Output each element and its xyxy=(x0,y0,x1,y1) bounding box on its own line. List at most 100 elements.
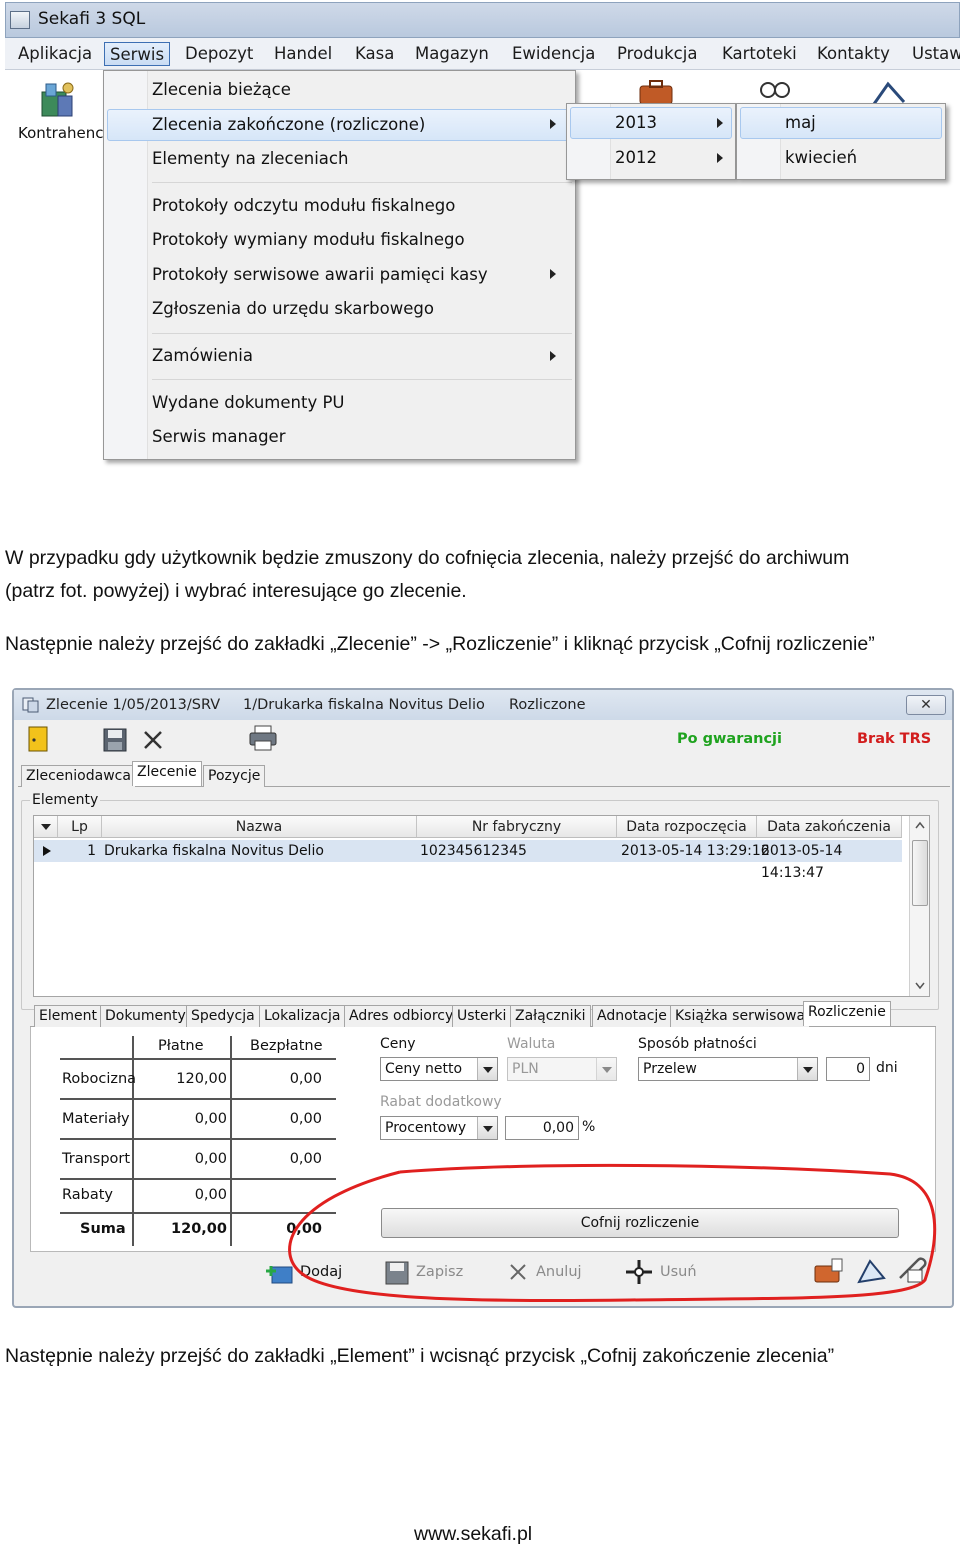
cancel-x-icon[interactable] xyxy=(142,729,164,751)
trs-status: Brak TRS xyxy=(857,731,932,747)
grid-header-lp[interactable]: Lp xyxy=(58,816,102,838)
ceny-value: Ceny netto xyxy=(385,1061,463,1077)
scroll-up-icon[interactable] xyxy=(915,821,925,829)
cost-table-line xyxy=(132,1036,134,1246)
grid-dropdown-icon xyxy=(40,824,51,830)
chevron-down-icon[interactable] xyxy=(797,1058,817,1080)
col-platne-header: Płatne xyxy=(158,1038,204,1054)
dni-input[interactable]: 0 xyxy=(826,1057,870,1081)
cost-table-line xyxy=(230,1036,232,1246)
menu-item-protokoly-serwisowe[interactable]: Protokoły serwisowe awarii pamięci kasy xyxy=(152,260,488,290)
menu-kartoteki[interactable]: Kartoteki xyxy=(717,42,802,66)
grid-scrollbar[interactable] xyxy=(909,816,929,996)
tab-adres-odbiorcy[interactable]: Adres odbiorcy xyxy=(344,1005,459,1027)
table-row[interactable]: 1 Drukarka fiskalna Novitus Delio 102345… xyxy=(34,840,902,881)
menu-depozyt[interactable]: Depozyt xyxy=(180,42,258,66)
printer-icon[interactable] xyxy=(248,724,278,752)
months-submenu: maj kwiecień xyxy=(736,103,946,180)
waluta-value: PLN xyxy=(512,1061,539,1077)
row-rabaty-platne: 0,00 xyxy=(194,1187,227,1203)
row-materialy-bezplatne: 0,00 xyxy=(289,1111,322,1127)
sposob-platnosci-select[interactable]: Przelew xyxy=(638,1057,818,1081)
elementy-group-label: Elementy xyxy=(30,792,101,808)
close-button[interactable]: ✕ xyxy=(906,695,946,715)
menu-kasa[interactable]: Kasa xyxy=(350,42,399,66)
chevron-down-icon[interactable] xyxy=(477,1117,497,1139)
submenu-arrow-icon xyxy=(717,118,723,128)
menu-item-wydane-dokumenty[interactable]: Wydane dokumenty PU xyxy=(152,388,345,418)
row-rabaty-label: Rabaty xyxy=(62,1187,113,1203)
waluta-select[interactable]: PLN xyxy=(507,1057,617,1081)
waluta-label: Waluta xyxy=(507,1036,556,1052)
row-pointer-icon xyxy=(43,846,51,856)
tab-spedycja[interactable]: Spedycja xyxy=(186,1005,260,1027)
menu-handel[interactable]: Handel xyxy=(269,42,337,66)
tab-ksiazka-serwisowa[interactable]: Książka serwisowa xyxy=(670,1005,811,1027)
contractors-icon[interactable] xyxy=(38,80,78,118)
app-title: Sekafi 3 SQL xyxy=(38,9,146,29)
menubar: Aplikacja Serwis Depozyt Handel Kasa Mag… xyxy=(5,38,960,70)
tab-dokumenty[interactable]: Dokumenty xyxy=(100,1005,191,1027)
grid-menu-header[interactable] xyxy=(34,816,58,838)
menu-item-zlecenia-zakonczone[interactable]: Zlecenia zakończone (rozliczone) xyxy=(152,110,425,140)
cell-data-rozpoczecia: 2013-05-14 13:29:16 xyxy=(621,843,770,859)
menu-aplikacja[interactable]: Aplikacja xyxy=(13,42,97,66)
rabat-type-value: Procentowy xyxy=(385,1120,467,1136)
menu-ustaw[interactable]: Ustaw xyxy=(907,42,960,66)
scroll-down-icon[interactable] xyxy=(915,982,925,990)
menu-item-protokoly-wymiany[interactable]: Protokoły wymiany modułu fiskalnego xyxy=(152,225,465,255)
menu-item-zgloszenia[interactable]: Zgłoszenia do urzędu skarbowego xyxy=(152,294,434,324)
grid-header-nazwa[interactable]: Nazwa xyxy=(102,816,417,838)
menu-produkcja[interactable]: Produkcja xyxy=(612,42,702,66)
scroll-thumb[interactable] xyxy=(912,840,928,906)
row-robocizna-platne: 120,00 xyxy=(176,1071,227,1087)
tab-zlecenie[interactable]: Zlecenie xyxy=(132,761,202,786)
cell-nr-fabryczny: 102345612345 xyxy=(420,843,527,859)
grid-header-data-zakonczenia[interactable]: Data zakończenia xyxy=(757,816,902,838)
rabat-type-select[interactable]: Procentowy xyxy=(380,1116,498,1140)
rabat-value-input[interactable]: 0,00 xyxy=(505,1116,579,1140)
tab-usterki[interactable]: Usterki xyxy=(452,1005,512,1027)
menu-item-zamowienia[interactable]: Zamówienia xyxy=(152,341,253,371)
tab-element[interactable]: Element xyxy=(34,1005,102,1027)
tab-zleceniodawca[interactable]: Zleceniodawca xyxy=(21,765,136,787)
ceny-select[interactable]: Ceny netto xyxy=(380,1057,498,1081)
window-title-status: Rozliczone xyxy=(509,697,586,713)
grid-header-data-rozpoczecia[interactable]: Data rozpoczęcia xyxy=(617,816,757,838)
paragraph-3: Następnie należy przejść do zakładki „El… xyxy=(5,1345,835,1367)
menu-item-zlecenia-biezace[interactable]: Zlecenia bieżące xyxy=(152,75,291,105)
grid-header-nr-fabryczny[interactable]: Nr fabryczny xyxy=(417,816,617,838)
tab-rozliczenie[interactable]: Rozliczenie xyxy=(803,1001,891,1026)
menu-item-kwiecien[interactable]: kwiecień xyxy=(785,143,857,173)
row-suma-platne: 120,00 xyxy=(171,1221,227,1237)
cost-table-line xyxy=(60,1058,336,1060)
briefcase-icon[interactable] xyxy=(638,78,674,106)
menu-item-elementy[interactable]: Elementy na zleceniach xyxy=(152,144,348,174)
chevron-down-icon[interactable] xyxy=(477,1058,497,1080)
menu-serwis[interactable]: Serwis xyxy=(104,42,171,66)
menu-separator xyxy=(152,333,572,334)
years-submenu: 2013 2012 xyxy=(566,103,736,180)
exit-door-icon[interactable] xyxy=(27,725,49,753)
menu-item-maj[interactable]: maj xyxy=(785,108,816,138)
paragraph-1-line-1: W przypadku gdy użytkownik będzie zmuszo… xyxy=(5,547,850,569)
menu-item-year-2012[interactable]: 2012 xyxy=(615,143,657,173)
menu-kontakty[interactable]: Kontakty xyxy=(812,42,895,66)
tab-pozycje[interactable]: Pozycje xyxy=(203,765,266,787)
contacts-icon[interactable] xyxy=(758,80,792,104)
red-highlight-annotation xyxy=(288,1163,937,1303)
menu-item-year-2013[interactable]: 2013 xyxy=(615,108,657,138)
window-titlebar: Zlecenie 1/05/2013/SRV 1/Drukarka fiskal… xyxy=(14,690,952,720)
tab-zalaczniki[interactable]: Załączniki xyxy=(510,1005,591,1027)
chevron-down-icon[interactable] xyxy=(596,1058,616,1080)
toolbar-kontrahenci-label[interactable]: Kontrahenc xyxy=(18,124,104,142)
tab-adnotacje[interactable]: Adnotacje xyxy=(592,1005,672,1027)
menu-ewidencja[interactable]: Ewidencja xyxy=(507,42,600,66)
menu-item-protokoly-odczytu[interactable]: Protokoły odczytu modułu fiskalnego xyxy=(152,191,455,221)
save-icon[interactable] xyxy=(102,727,128,753)
row-materialy-label: Materiały xyxy=(62,1111,130,1127)
menu-item-serwis-manager[interactable]: Serwis manager xyxy=(152,422,286,452)
tab-lokalizacja[interactable]: Lokalizacja xyxy=(259,1005,346,1027)
menu-screenshot: Sekafi 3 SQL Aplikacja Serwis Depozyt Ha… xyxy=(0,0,960,470)
menu-magazyn[interactable]: Magazyn xyxy=(410,42,494,66)
